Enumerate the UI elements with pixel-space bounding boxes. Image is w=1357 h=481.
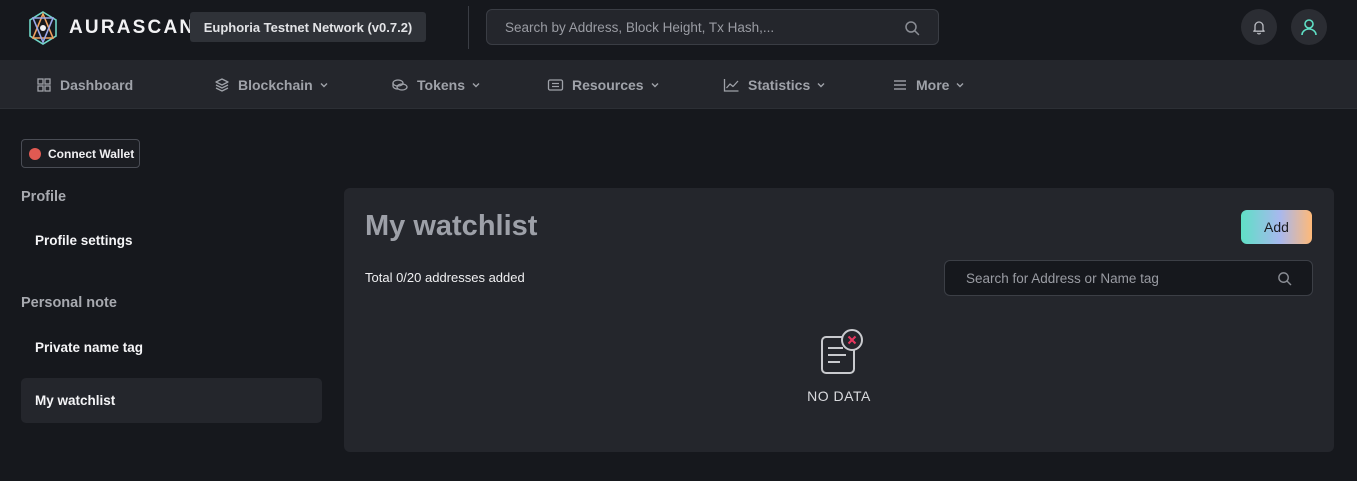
sidebar-item-my-watchlist[interactable]: My watchlist bbox=[21, 378, 322, 423]
grid-icon bbox=[37, 77, 51, 92]
chevron-down-icon bbox=[651, 82, 659, 87]
aurascan-logo-icon[interactable] bbox=[25, 10, 61, 46]
coins-icon bbox=[392, 78, 408, 91]
wallet-status-dot bbox=[29, 147, 41, 160]
nav-more-label: More bbox=[916, 76, 950, 93]
layers-icon bbox=[215, 77, 229, 92]
profile-section-title: Profile bbox=[21, 189, 67, 205]
header-divider bbox=[468, 6, 469, 49]
nav-tokens[interactable]: Tokens bbox=[391, 60, 481, 109]
chevron-down-icon bbox=[320, 82, 328, 87]
watchlist-count: Total 0/20 addresses added bbox=[365, 270, 525, 285]
watchlist-search-input[interactable]: Search for Address or Name tag bbox=[944, 260, 1313, 296]
nav-blockchain[interactable]: Blockchain bbox=[214, 60, 329, 109]
network-badge[interactable]: Euphoria Testnet Network (v0.7.2) bbox=[190, 12, 426, 42]
sidebar-item-profile-settings[interactable]: Profile settings bbox=[21, 218, 322, 263]
nav-resources-label: Resources bbox=[572, 76, 644, 93]
sidebar-item-private-name-tag[interactable]: Private name tag bbox=[21, 325, 322, 370]
document-icon bbox=[547, 78, 564, 91]
watchlist-search-placeholder: Search for Address or Name tag bbox=[966, 271, 1159, 286]
nav-dashboard-label: Dashboard bbox=[60, 76, 134, 93]
nav-statistics[interactable]: Statistics bbox=[723, 60, 826, 109]
add-button[interactable]: Add bbox=[1241, 210, 1312, 244]
nav-blockchain-label: Blockchain bbox=[238, 76, 313, 93]
nav-more[interactable]: More bbox=[892, 60, 965, 109]
global-search-placeholder: Search by Address, Block Height, Tx Hash… bbox=[505, 20, 775, 35]
empty-state-text: NO DATA bbox=[807, 388, 871, 404]
nav-tokens-label: Tokens bbox=[417, 76, 465, 93]
page-title: My watchlist bbox=[365, 210, 538, 242]
no-data-icon bbox=[821, 329, 863, 374]
notification-button[interactable] bbox=[1241, 9, 1277, 45]
brand-name[interactable]: AURASCAN bbox=[69, 17, 195, 39]
top-header: AURASCAN Euphoria Testnet Network (v0.7.… bbox=[0, 0, 1357, 60]
chevron-down-icon bbox=[472, 82, 480, 87]
chevron-down-icon bbox=[817, 82, 825, 87]
watchlist-card: My watchlist Add Total 0/20 addresses ad… bbox=[344, 188, 1334, 452]
main-navigation: Dashboard Blockchain Tokens Resources St… bbox=[0, 60, 1357, 109]
nav-dashboard[interactable]: Dashboard bbox=[36, 60, 133, 109]
global-search-input[interactable]: Search by Address, Block Height, Tx Hash… bbox=[486, 9, 939, 45]
nav-statistics-label: Statistics bbox=[748, 76, 811, 93]
chevron-down-icon bbox=[956, 82, 964, 87]
personal-note-section-title: Personal note bbox=[21, 295, 117, 311]
bell-icon bbox=[1253, 21, 1265, 35]
search-icon[interactable] bbox=[904, 20, 920, 36]
user-account-button[interactable] bbox=[1291, 9, 1327, 45]
nav-resources[interactable]: Resources bbox=[547, 60, 660, 109]
connect-wallet-label: Connect Wallet bbox=[48, 146, 135, 161]
connect-wallet-button[interactable]: Connect Wallet bbox=[21, 139, 140, 168]
user-icon bbox=[1301, 19, 1317, 36]
menu-icon bbox=[894, 79, 906, 90]
chart-icon bbox=[723, 78, 739, 92]
search-icon[interactable] bbox=[1277, 271, 1292, 286]
